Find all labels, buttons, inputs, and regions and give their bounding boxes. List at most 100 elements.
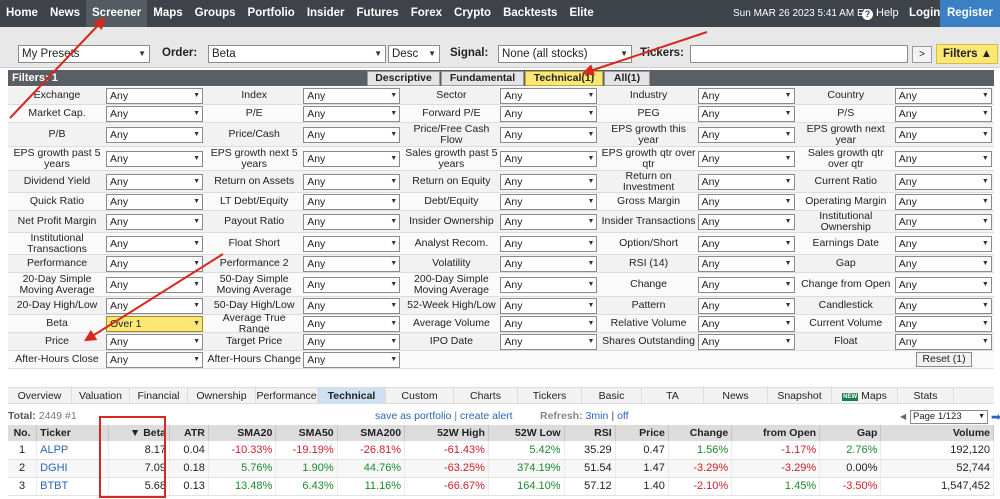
view-tab-custom[interactable]: Custom bbox=[386, 388, 454, 404]
filter-select-net-profit-margin[interactable]: Any ▼ bbox=[106, 213, 203, 230]
presets-select[interactable]: My Presets ▼ bbox=[18, 45, 150, 63]
order-select[interactable]: Beta ▼ bbox=[208, 45, 386, 63]
view-tab-technical[interactable]: Technical bbox=[318, 388, 386, 404]
filter-select-sales-growth-past-5-years[interactable]: Any ▼ bbox=[500, 150, 598, 167]
filter-select-exchange[interactable]: Any ▼ bbox=[106, 87, 203, 104]
filter-select-sector[interactable]: Any ▼ bbox=[500, 87, 598, 104]
create-alert-link[interactable]: create alert bbox=[460, 410, 513, 422]
filter-select-pattern[interactable]: Any ▼ bbox=[697, 297, 795, 314]
filter-select-industry[interactable]: Any ▼ bbox=[697, 87, 795, 104]
filter-select-peg[interactable]: Any ▼ bbox=[697, 105, 795, 122]
filter-select-eps-growth-next-5-years[interactable]: Any ▼ bbox=[303, 150, 401, 167]
filter-select-quick-ratio[interactable]: Any ▼ bbox=[106, 193, 203, 210]
tab-technical[interactable]: Technical(1) bbox=[525, 71, 603, 86]
column-header-change[interactable]: Change bbox=[668, 425, 733, 441]
view-tab-financial[interactable]: Financial bbox=[130, 388, 188, 404]
filter-select-after-hours-close[interactable]: Any ▼ bbox=[106, 351, 203, 368]
filter-select-p-e[interactable]: Any ▼ bbox=[303, 105, 401, 122]
tab-all[interactable]: All(1) bbox=[604, 71, 650, 86]
ticker-link[interactable]: DGHI bbox=[36, 459, 109, 478]
tab-descriptive[interactable]: Descriptive bbox=[367, 71, 440, 86]
filters-toggle-button[interactable]: Filters ▲ bbox=[936, 44, 998, 64]
filter-select-average-volume[interactable]: Any ▼ bbox=[500, 315, 598, 332]
save-as-portfolio-link[interactable]: save as portfolio bbox=[375, 410, 451, 422]
filter-select-performance-2[interactable]: Any ▼ bbox=[303, 255, 401, 272]
filter-select-return-on-investment[interactable]: Any ▼ bbox=[697, 173, 795, 190]
filter-select-performance[interactable]: Any ▼ bbox=[106, 255, 203, 272]
column-header-beta[interactable]: ▼ Beta bbox=[108, 425, 170, 441]
filter-select-float[interactable]: Any ▼ bbox=[894, 333, 992, 350]
filter-select-change-from-open[interactable]: Any ▼ bbox=[894, 276, 992, 293]
view-tab-valuation[interactable]: Valuation bbox=[72, 388, 130, 404]
filter-select-eps-growth-next-year[interactable]: Any ▼ bbox=[894, 126, 992, 143]
filter-select-return-on-equity[interactable]: Any ▼ bbox=[500, 173, 598, 190]
nav-home[interactable]: Home bbox=[0, 0, 44, 27]
filter-select-after-hours-change[interactable]: Any ▼ bbox=[303, 351, 401, 368]
nav-groups[interactable]: Groups bbox=[189, 0, 242, 27]
filter-select-institutional-transactions[interactable]: Any ▼ bbox=[106, 235, 203, 252]
nav-elite[interactable]: Elite bbox=[563, 0, 599, 27]
view-tab-stats[interactable]: Stats bbox=[898, 388, 954, 404]
order-direction-select[interactable]: Desc ▼ bbox=[388, 45, 440, 63]
refresh-off-link[interactable]: off bbox=[617, 410, 628, 422]
column-header-volume[interactable]: Volume bbox=[880, 425, 994, 441]
filter-select-eps-growth-this-year[interactable]: Any ▼ bbox=[697, 126, 795, 143]
filter-select-50-day-simple-moving-average[interactable]: Any ▼ bbox=[303, 276, 401, 293]
filter-select-eps-growth-qtr-over-qtr[interactable]: Any ▼ bbox=[697, 150, 795, 167]
filter-select-forward-p-e[interactable]: Any ▼ bbox=[500, 105, 598, 122]
filter-select-ipo-date[interactable]: Any ▼ bbox=[500, 333, 598, 350]
view-tab-news[interactable]: News bbox=[704, 388, 768, 404]
view-tab-maps[interactable]: NEW Maps bbox=[832, 388, 898, 404]
nav-maps[interactable]: Maps bbox=[147, 0, 188, 27]
nav-insider[interactable]: Insider bbox=[301, 0, 351, 27]
filter-select-price-free-cash-flow[interactable]: Any ▼ bbox=[500, 126, 598, 143]
filter-select-institutional-ownership[interactable]: Any ▼ bbox=[894, 213, 992, 230]
filter-select-gap[interactable]: Any ▼ bbox=[894, 255, 992, 272]
column-header-from-open[interactable]: from Open bbox=[731, 425, 821, 441]
column-header-gap[interactable]: Gap bbox=[819, 425, 882, 441]
filter-select-return-on-assets[interactable]: Any ▼ bbox=[303, 173, 401, 190]
register-button[interactable]: Register bbox=[940, 0, 1000, 27]
filter-select-price-cash[interactable]: Any ▼ bbox=[303, 126, 401, 143]
filter-select-lt-debt-equity[interactable]: Any ▼ bbox=[303, 193, 401, 210]
filter-select-dividend-yield[interactable]: Any ▼ bbox=[106, 173, 203, 190]
filter-select-average-true-range[interactable]: Any ▼ bbox=[303, 315, 401, 332]
column-header-atr[interactable]: ATR bbox=[169, 425, 209, 441]
view-tab-overview[interactable]: Overview bbox=[8, 388, 72, 404]
tab-fundamental[interactable]: Fundamental bbox=[441, 71, 524, 86]
view-tab-basic[interactable]: Basic bbox=[582, 388, 642, 404]
login-link[interactable]: Login bbox=[909, 0, 940, 27]
ticker-link[interactable]: BTBT bbox=[36, 477, 109, 496]
filter-select-earnings-date[interactable]: Any ▼ bbox=[894, 235, 992, 252]
filter-select-change[interactable]: Any ▼ bbox=[697, 276, 795, 293]
column-header-no[interactable]: No. bbox=[8, 425, 38, 441]
nav-news[interactable]: News bbox=[44, 0, 86, 27]
view-tab-performance[interactable]: Performance bbox=[256, 388, 318, 404]
filter-select-market-cap[interactable]: Any ▼ bbox=[106, 105, 203, 122]
column-header-rsi[interactable]: RSI bbox=[564, 425, 616, 441]
ticker-link[interactable]: ALPP bbox=[36, 441, 109, 460]
filter-select-analyst-recom[interactable]: Any ▼ bbox=[500, 235, 598, 252]
nav-backtests[interactable]: Backtests bbox=[497, 0, 563, 27]
tickers-go-button[interactable]: > bbox=[912, 46, 932, 63]
reset-filters-button[interactable]: Reset (1) bbox=[916, 352, 972, 367]
page-prev-icon[interactable]: ◀ bbox=[900, 411, 906, 423]
filter-select-insider-ownership[interactable]: Any ▼ bbox=[500, 213, 598, 230]
view-tab-snapshot[interactable]: Snapshot bbox=[768, 388, 832, 404]
table-row[interactable]: 2 DGHI 7.09 0.18 5.76% 1.90% 44.76% -63.25% 374.… bbox=[8, 459, 994, 478]
view-tab-ta[interactable]: TA bbox=[642, 388, 704, 404]
filter-select-debt-equity[interactable]: Any ▼ bbox=[500, 193, 598, 210]
page-next-icon[interactable]: ➡ bbox=[991, 410, 1000, 424]
view-tab-charts[interactable]: Charts bbox=[454, 388, 518, 404]
nav-forex[interactable]: Forex bbox=[405, 0, 448, 27]
column-header-sma200[interactable]: SMA200 bbox=[337, 425, 406, 441]
filter-select-20-day-high-low[interactable]: Any ▼ bbox=[106, 297, 203, 314]
column-header-ticker[interactable]: Ticker bbox=[36, 425, 109, 441]
filter-select-float-short[interactable]: Any ▼ bbox=[303, 235, 401, 252]
refresh-3min-link[interactable]: 3min bbox=[586, 410, 609, 422]
column-header-52w-low[interactable]: 52W Low bbox=[488, 425, 565, 441]
filter-select-payout-ratio[interactable]: Any ▼ bbox=[303, 213, 401, 230]
filter-select-volatility[interactable]: Any ▼ bbox=[500, 255, 598, 272]
filter-select-200-day-simple-moving-average[interactable]: Any ▼ bbox=[500, 276, 598, 293]
column-header-sma50[interactable]: SMA50 bbox=[275, 425, 338, 441]
